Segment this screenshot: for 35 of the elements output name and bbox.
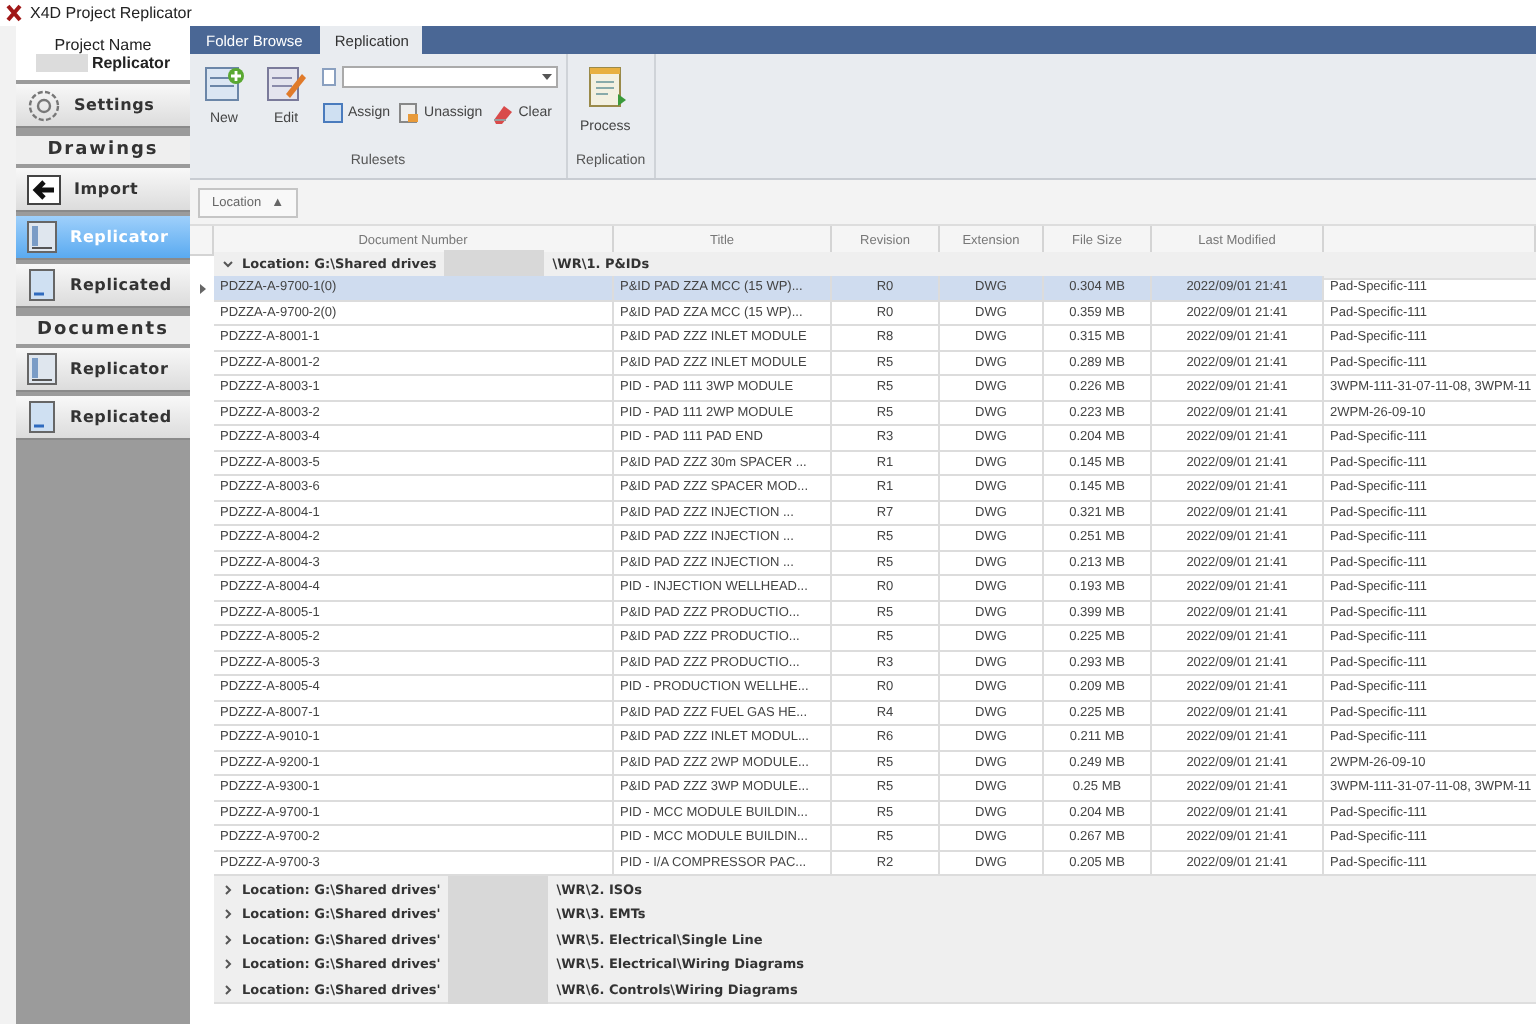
section-header: Documents bbox=[16, 316, 190, 344]
document-icon bbox=[26, 268, 58, 302]
redaction-block bbox=[35, 53, 88, 71]
redaction-block bbox=[444, 250, 545, 278]
app-logo-icon bbox=[6, 4, 22, 22]
gear-icon bbox=[26, 87, 62, 123]
document-icon bbox=[322, 68, 336, 86]
edit-document-icon bbox=[264, 64, 308, 104]
chevron-right-icon[interactable] bbox=[222, 933, 234, 945]
window-title: X4D Project Replicator bbox=[30, 4, 192, 22]
nav-button[interactable]: Replicator bbox=[16, 348, 190, 392]
new-document-icon bbox=[202, 64, 246, 104]
document-icon bbox=[398, 102, 421, 124]
project-name-label: Project Name bbox=[54, 35, 152, 53]
chevron-down-icon[interactable] bbox=[222, 258, 234, 270]
row-pointer-icon bbox=[199, 283, 205, 294]
document-icon bbox=[26, 220, 58, 254]
project-name: Replicator bbox=[91, 53, 171, 71]
arrow-icon bbox=[26, 173, 62, 205]
nav-button[interactable]: Import bbox=[16, 168, 190, 212]
eraser-icon bbox=[490, 102, 515, 124]
chevron-right-icon[interactable] bbox=[222, 983, 234, 995]
process-document-icon bbox=[583, 64, 628, 112]
caret-icon bbox=[542, 74, 552, 80]
document-icon bbox=[322, 102, 344, 124]
redaction-block bbox=[448, 975, 549, 1003]
nav-button[interactable]: Replicated bbox=[16, 264, 190, 308]
chevron-right-icon[interactable] bbox=[222, 908, 234, 920]
settings-button[interactable]: Settings bbox=[16, 84, 190, 128]
document-icon bbox=[26, 352, 58, 386]
section-header: Drawings bbox=[16, 136, 190, 164]
chevron-right-icon[interactable] bbox=[222, 958, 234, 970]
document-icon bbox=[26, 400, 58, 434]
nav-button[interactable]: Replicated bbox=[16, 396, 190, 440]
chevron-right-icon[interactable] bbox=[222, 883, 234, 895]
